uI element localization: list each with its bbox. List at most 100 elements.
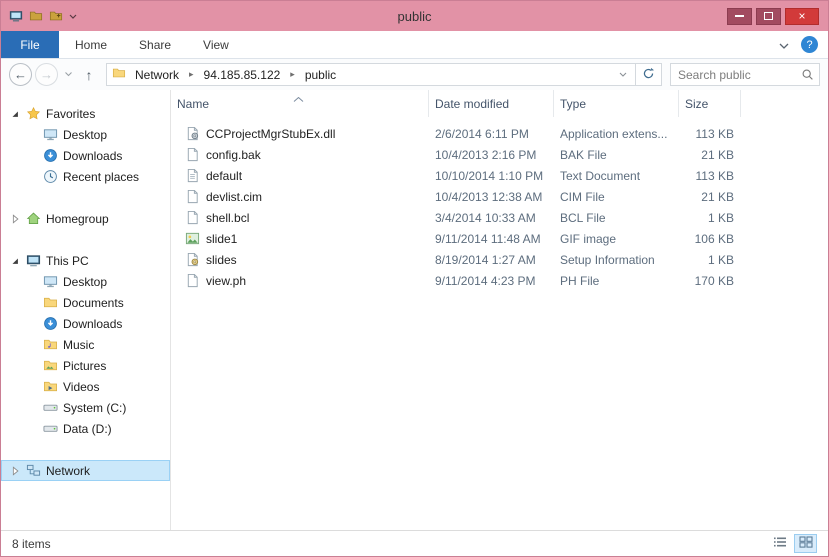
breadcrumb-item-public[interactable]: public: [298, 68, 343, 82]
sidebar-item-label: Network: [46, 463, 91, 478]
folder-icon: [42, 379, 58, 395]
sidebar-item-videos[interactable]: Videos: [1, 376, 170, 397]
sidebar-item-favorites[interactable]: Favorites: [1, 103, 170, 124]
file-row[interactable]: slide1 9/11/2014 11:48 AM GIF image 106 …: [171, 228, 828, 249]
generic-file-icon: [184, 189, 200, 205]
breadcrumb-separator-icon[interactable]: ▸: [188, 69, 195, 80]
downloads-icon: [42, 148, 58, 164]
folder-icon: [42, 358, 58, 374]
details-view-button[interactable]: [768, 534, 791, 553]
file-row[interactable]: slides 8/19/2014 1:27 AM Setup Informati…: [171, 249, 828, 270]
file-name: view.ph: [206, 273, 247, 288]
sidebar-item-homegroup[interactable]: Homegroup: [1, 208, 170, 229]
sidebar-item-pc-downloads[interactable]: Downloads: [1, 313, 170, 334]
tab-share[interactable]: Share: [123, 31, 187, 58]
sort-ascending-icon: [293, 91, 304, 105]
qat-new-folder-icon[interactable]: [49, 9, 63, 23]
sidebar-item-this-pc[interactable]: This PC: [1, 250, 170, 271]
sidebar-item-label: Data (D:): [63, 421, 112, 436]
column-header-type[interactable]: Type: [554, 90, 679, 117]
expander-expanded-icon[interactable]: [8, 107, 22, 121]
dll-file-icon: [184, 126, 200, 142]
sidebar-item-documents[interactable]: Documents: [1, 292, 170, 313]
file-type: PH File: [560, 273, 600, 288]
refresh-button[interactable]: [636, 63, 662, 86]
recent-places-icon: [42, 169, 58, 185]
breadcrumb[interactable]: Network ▸ 94.185.85.122 ▸ public: [106, 63, 636, 86]
sidebar-item-label: Videos: [63, 379, 100, 394]
large-icons-view-icon: [798, 536, 813, 551]
file-date-modified: 9/11/2014 4:23 PM: [435, 273, 536, 288]
sidebar-item-network[interactable]: Network: [1, 460, 170, 481]
refresh-icon: [642, 67, 655, 83]
quick-access-toolbar: [1, 9, 77, 23]
file-row[interactable]: config.bak 10/4/2013 2:16 PM BAK File 21…: [171, 144, 828, 165]
file-date-modified: 3/4/2014 10:33 AM: [435, 210, 536, 225]
app-window-icon[interactable]: [9, 9, 23, 23]
tab-file[interactable]: File: [1, 31, 59, 58]
large-icons-view-button[interactable]: [794, 534, 817, 553]
file-name: CCProjectMgrStubEx.dll: [206, 126, 336, 141]
file-row[interactable]: view.ph 9/11/2014 4:23 PM PH File 170 KB: [171, 270, 828, 291]
file-name: default: [206, 168, 243, 183]
column-header-date-modified[interactable]: Date modified: [429, 90, 554, 117]
qat-properties-icon[interactable]: [29, 9, 43, 23]
sidebar-item-data-d[interactable]: Data (D:): [1, 418, 170, 439]
file-size: 1 KB: [707, 210, 734, 225]
file-size: 170 KB: [694, 273, 734, 288]
expand-ribbon-chevron-icon[interactable]: [779, 38, 789, 52]
close-button[interactable]: ×: [785, 7, 819, 25]
sidebar-item-pictures[interactable]: Pictures: [1, 355, 170, 376]
sidebar-item-pc-desktop[interactable]: Desktop: [1, 271, 170, 292]
sidebar-item-system-c[interactable]: System (C:): [1, 397, 170, 418]
search-input[interactable]: [671, 67, 795, 82]
expander-collapsed-icon[interactable]: [8, 464, 22, 478]
back-button[interactable]: ←: [9, 63, 32, 86]
breadcrumb-item-host[interactable]: 94.185.85.122: [197, 68, 288, 82]
maximize-button[interactable]: [756, 7, 781, 25]
qat-customize-chevron-icon[interactable]: [69, 14, 77, 19]
up-button[interactable]: ↑: [78, 63, 100, 86]
file-row[interactable]: CCProjectMgrStubEx.dll 2/6/2014 6:11 PM …: [171, 123, 828, 144]
breadcrumb-item-network[interactable]: Network: [128, 68, 186, 82]
file-row[interactable]: shell.bcl 3/4/2014 10:33 AM BCL File 1 K…: [171, 207, 828, 228]
file-name: config.bak: [206, 147, 261, 162]
tab-home[interactable]: Home: [59, 31, 123, 58]
drive-icon: [42, 421, 58, 437]
details-view-icon: [773, 536, 787, 551]
file-name: shell.bcl: [206, 210, 250, 225]
sidebar-item-recent-places[interactable]: Recent places: [1, 166, 170, 187]
help-button[interactable]: ?: [801, 36, 818, 53]
main-area: Favorites Desktop Downloads Recent place…: [1, 90, 828, 530]
file-row[interactable]: default 10/10/2014 1:10 PM Text Document…: [171, 165, 828, 186]
recent-locations-chevron-icon[interactable]: [61, 63, 75, 86]
sidebar-item-label: Downloads: [63, 148, 123, 163]
breadcrumb-separator-icon[interactable]: ▸: [289, 69, 296, 80]
sidebar-item-label: This PC: [46, 253, 89, 268]
sidebar-item-desktop[interactable]: Desktop: [1, 124, 170, 145]
search-icon[interactable]: [795, 68, 819, 81]
sidebar-item-music[interactable]: Music: [1, 334, 170, 355]
expander-expanded-icon[interactable]: [8, 254, 22, 268]
address-dropdown-chevron-icon[interactable]: [619, 72, 630, 77]
up-icon: ↑: [85, 66, 93, 83]
column-header-size[interactable]: Size: [679, 90, 741, 117]
file-type: BAK File: [560, 147, 607, 162]
file-row[interactable]: devlist.cim 10/4/2013 12:38 AM CIM File …: [171, 186, 828, 207]
tab-view[interactable]: View: [187, 31, 245, 58]
sidebar-item-label: Favorites: [46, 106, 96, 121]
minimize-button[interactable]: [727, 7, 752, 25]
navigation-pane: Favorites Desktop Downloads Recent place…: [1, 90, 171, 530]
star-icon: [25, 106, 41, 122]
expander-collapsed-icon[interactable]: [8, 212, 22, 226]
file-type: CIM File: [560, 189, 605, 204]
ribbon-right-controls: ?: [779, 31, 828, 58]
file-date-modified: 2/6/2014 6:11 PM: [435, 126, 529, 141]
folder-icon: [42, 295, 58, 311]
sidebar-item-downloads[interactable]: Downloads: [1, 145, 170, 166]
title-bar[interactable]: public ×: [1, 1, 828, 31]
file-type: Application extens...: [560, 126, 668, 141]
location-folder-icon: [112, 66, 126, 83]
forward-button[interactable]: →: [35, 63, 58, 86]
generic-file-icon: [184, 147, 200, 163]
